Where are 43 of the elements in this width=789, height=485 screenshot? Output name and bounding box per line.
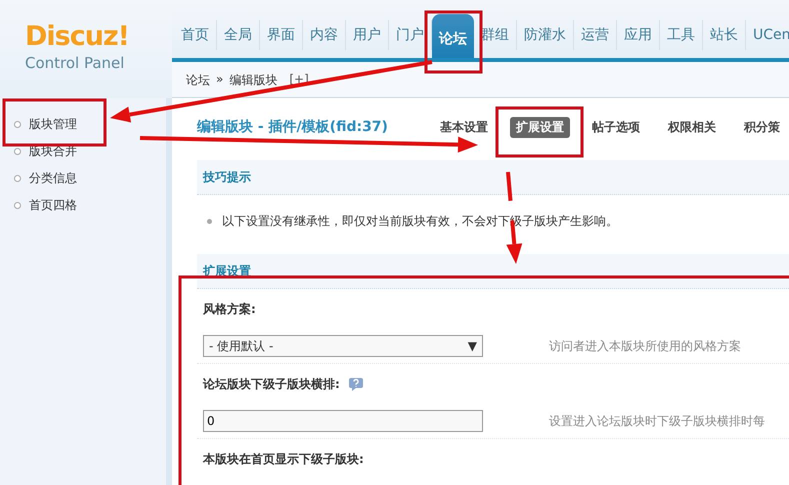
bullet-icon (14, 175, 21, 182)
annotation-frame (424, 10, 482, 74)
sidebar-item[interactable]: 版块管理 (29, 116, 77, 133)
tab[interactable]: 积分策 (738, 116, 786, 138)
nav-tab[interactable]: 运营 (574, 20, 617, 50)
sidebar-item[interactable]: 分类信息 (29, 170, 77, 187)
nav-tab[interactable]: 首页 (174, 20, 217, 50)
nav-tab[interactable]: 界面 (260, 20, 303, 50)
tab[interactable]: 帖子选项 (586, 116, 646, 138)
breadcrumb-item[interactable]: 编辑版块 (229, 72, 278, 89)
logo-title: Discuz! (25, 22, 129, 52)
nav-tab[interactable]: 应用 (617, 20, 660, 50)
tab[interactable]: 扩展设置 (510, 116, 570, 138)
nav-tab[interactable]: 工具 (660, 20, 703, 50)
nav-tab[interactable]: 站长 (703, 20, 746, 50)
sidebar-item[interactable]: 首页四格 (29, 197, 77, 214)
nav-tab[interactable]: 群组 (474, 20, 517, 50)
bullet-icon (14, 202, 21, 209)
section-title: 技巧提示 (203, 168, 251, 186)
style-select[interactable]: - 使用默认 - ▼ (203, 335, 483, 357)
breadcrumb-separator: » (216, 72, 224, 86)
breadcrumb-item[interactable]: 论坛 (186, 72, 210, 89)
tab[interactable]: 基本设置 (434, 116, 494, 138)
input-field[interactable]: 0 (203, 410, 483, 432)
nav-tab[interactable]: 全局 (217, 20, 260, 50)
bullet-icon (14, 121, 21, 128)
field-label: 论坛版块下级子版块横排: (203, 376, 340, 392)
field-label: 本版块在首页显示下级子版块: (203, 450, 364, 468)
field-label: 风格方案: (203, 300, 256, 318)
field-hint: 访问者进入本版块所使用的风格方案 (549, 338, 741, 354)
help-icon[interactable] (348, 376, 364, 392)
field-hint: 设置进入论坛版块时下级子版块横排时每 (549, 412, 765, 430)
nav-tab[interactable]: 论坛 (432, 14, 474, 58)
logo-subtitle: Control Panel (25, 54, 124, 72)
page-title: 编辑版块 - 插件/模板(fid:37) (197, 118, 388, 136)
nav-tab[interactable]: 防灌水 (517, 20, 574, 50)
bullet-icon (14, 148, 21, 155)
nav-tab[interactable]: UCen (746, 20, 789, 50)
bullet-icon (207, 219, 212, 224)
nav-tab[interactable]: 内容 (303, 20, 346, 50)
tab[interactable]: 权限相关 (662, 116, 722, 138)
dropdown-icon: ▼ (468, 339, 477, 353)
nav-tab[interactable]: 用户 (346, 20, 389, 50)
